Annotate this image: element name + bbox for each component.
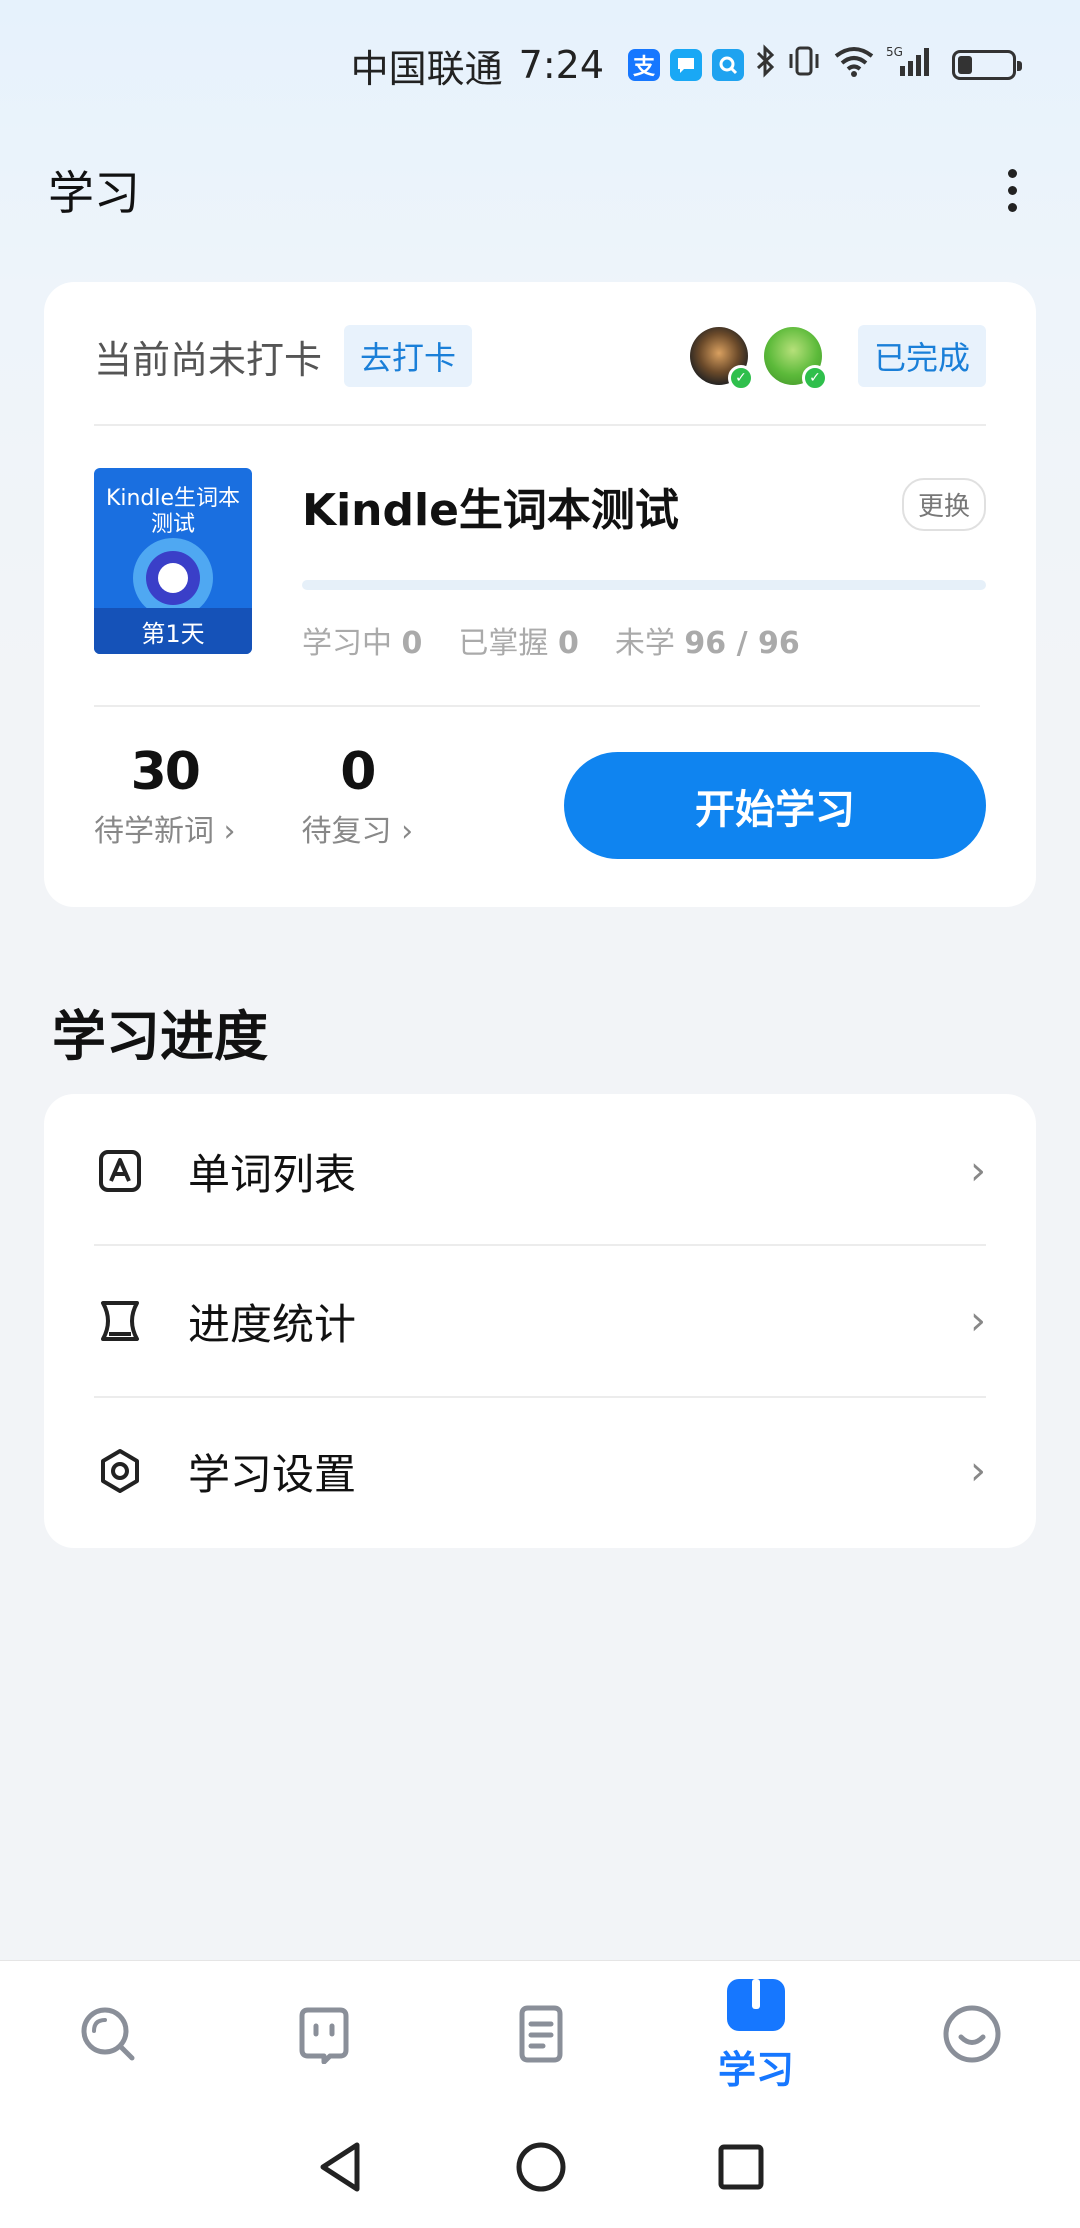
change-book-button[interactable]: 更换: [901, 478, 986, 531]
target-ring-icon: [133, 538, 213, 618]
menu-label: 学习设置: [188, 1449, 357, 1499]
book-progress-bar: [302, 580, 986, 590]
status-time: 7:24: [518, 43, 604, 87]
more-vertical-icon[interactable]: [992, 160, 1032, 220]
new-words-value: 30: [130, 742, 201, 802]
app-bar: 学习: [0, 140, 1080, 240]
study-book-icon: [725, 1977, 787, 2037]
check-icon: ✓: [801, 365, 828, 391]
progress-menu-card: 单词列表 › 进度统计 › 学习设置 ›: [44, 1094, 1036, 1548]
back-triangle-icon[interactable]: [315, 2141, 365, 2197]
stat-unlearned: 未学 96 / 96: [614, 626, 800, 661]
stat-mastered: 已掌握 0: [458, 626, 579, 661]
checkin-row: 当前尚未打卡 去打卡 ✓ ✓ 已完成: [94, 325, 986, 391]
battery-icon: [952, 50, 1022, 80]
chevron-right-icon: ›: [970, 1298, 986, 1344]
nav-search[interactable]: [38, 1966, 178, 2106]
page-title: 学习: [48, 166, 140, 220]
review-count[interactable]: 0 待复习 ›: [302, 742, 414, 850]
status-bar: 中国联通 7:24 支 5G: [0, 0, 1080, 130]
nav-study[interactable]: 学习: [686, 1966, 826, 2106]
search-app-icon: [712, 49, 744, 81]
menu-item-progress-stats[interactable]: 进度统计 ›: [44, 1246, 1036, 1396]
signal-5g-icon: 5G: [886, 44, 936, 87]
battery-fill: [958, 56, 973, 74]
svg-text:5G: 5G: [886, 45, 903, 59]
menu-label: 进度统计: [188, 1299, 357, 1349]
cover-day: 第1天: [94, 608, 252, 654]
chevron-right-icon: ›: [970, 1448, 986, 1494]
notes-nav-icon: [510, 2004, 570, 2068]
vibrate-icon: [786, 44, 822, 87]
new-words-count[interactable]: 30 待学新词 ›: [94, 742, 236, 850]
completed-button[interactable]: 已完成: [857, 325, 986, 387]
checkin-button[interactable]: 去打卡: [344, 325, 473, 387]
search-nav-icon: [78, 2004, 138, 2068]
nav-notes[interactable]: [470, 1966, 610, 2106]
nav-chat[interactable]: [254, 1966, 394, 2106]
bluetooth-icon: [754, 43, 776, 87]
profile-smile-icon: [942, 2004, 1002, 2068]
chevron-right-icon: ›: [970, 1148, 986, 1194]
divider: [94, 424, 986, 426]
menu-item-study-settings[interactable]: 学习设置 ›: [44, 1396, 1036, 1546]
book-stats: 学习中 0 已掌握 0 未学 96 / 96: [302, 618, 800, 662]
start-learning-button[interactable]: 开始学习: [564, 752, 986, 859]
settings-hexagon-icon: [94, 1445, 146, 1497]
book-cover[interactable]: Kindle生词本测试 第1天: [94, 468, 252, 654]
stat-learning: 学习中 0: [302, 626, 423, 661]
check-icon: ✓: [727, 365, 754, 391]
cover-title: Kindle生词本测试: [105, 486, 241, 537]
section-title: 学习进度: [52, 1005, 268, 1068]
chat-bubble-icon: [670, 49, 702, 81]
wifi-icon: [832, 44, 876, 87]
hourglass-icon: [94, 1295, 146, 1347]
new-words-label: 待学新词 ›: [94, 814, 236, 849]
carrier-name: 中国联通: [350, 46, 503, 91]
bottom-nav: 学习: [0, 1960, 1080, 2110]
review-label: 待复习 ›: [301, 814, 414, 849]
study-card: 当前尚未打卡 去打卡 ✓ ✓ 已完成 Kindle生词本测试 第1天 Kindl…: [44, 282, 1036, 907]
alipay-icon: 支: [628, 49, 660, 81]
word-list-icon: [94, 1145, 146, 1197]
home-circle-icon[interactable]: [515, 2141, 567, 2197]
avatar[interactable]: ✓: [689, 327, 754, 391]
recents-square-icon[interactable]: [717, 2143, 765, 2195]
menu-item-word-list[interactable]: 单词列表 ›: [44, 1096, 1036, 1246]
nav-profile[interactable]: [902, 1966, 1042, 2106]
checkin-status: 当前尚未打卡: [94, 337, 323, 382]
word-counts: 30 待学新词 › 0 待复习 ›: [94, 742, 413, 850]
checked-in-friends: ✓ ✓: [689, 327, 828, 391]
nav-study-label: 学习: [717, 2048, 794, 2092]
chat-nav-icon: [294, 2004, 354, 2068]
review-value: 0: [340, 742, 376, 802]
system-nav-bar: [0, 2110, 1080, 2228]
avatar[interactable]: ✓: [763, 327, 828, 391]
divider: [94, 705, 980, 707]
menu-label: 单词列表: [188, 1149, 357, 1199]
book-name: Kindle生词本测试: [302, 485, 679, 536]
